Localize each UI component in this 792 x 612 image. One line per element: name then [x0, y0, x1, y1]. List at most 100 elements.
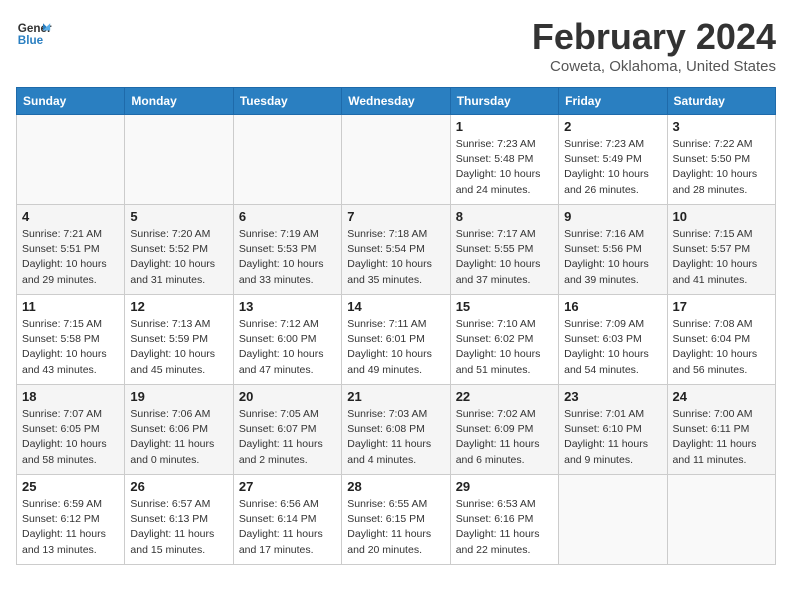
day-detail: Sunrise: 6:53 AM Sunset: 6:16 PM Dayligh…: [456, 497, 553, 558]
calendar-cell: 18 Sunrise: 7:07 AM Sunset: 6:05 PM Dayli…: [17, 385, 125, 475]
month-title: February 2024: [532, 16, 776, 58]
calendar-cell: 9 Sunrise: 7:16 AM Sunset: 5:56 PM Daylig…: [559, 205, 667, 295]
day-number: 15: [456, 299, 553, 314]
day-detail: Sunrise: 7:12 AM Sunset: 6:00 PM Dayligh…: [239, 317, 336, 378]
weekday-header-sunday: Sunday: [17, 88, 125, 115]
calendar-cell: 21 Sunrise: 7:03 AM Sunset: 6:08 PM Dayli…: [342, 385, 450, 475]
day-number: 8: [456, 209, 553, 224]
day-detail: Sunrise: 7:09 AM Sunset: 6:03 PM Dayligh…: [564, 317, 661, 378]
calendar-cell: 14 Sunrise: 7:11 AM Sunset: 6:01 PM Dayli…: [342, 295, 450, 385]
day-number: 6: [239, 209, 336, 224]
day-number: 25: [22, 479, 119, 494]
day-detail: Sunrise: 7:01 AM Sunset: 6:10 PM Dayligh…: [564, 407, 661, 468]
day-number: 1: [456, 119, 553, 134]
day-detail: Sunrise: 7:15 AM Sunset: 5:58 PM Dayligh…: [22, 317, 119, 378]
calendar-cell: 23 Sunrise: 7:01 AM Sunset: 6:10 PM Dayli…: [559, 385, 667, 475]
day-number: 28: [347, 479, 444, 494]
weekday-header-tuesday: Tuesday: [233, 88, 341, 115]
day-number: 20: [239, 389, 336, 404]
day-detail: Sunrise: 7:19 AM Sunset: 5:53 PM Dayligh…: [239, 227, 336, 288]
calendar-cell: 6 Sunrise: 7:19 AM Sunset: 5:53 PM Daylig…: [233, 205, 341, 295]
calendar-cell: 26 Sunrise: 6:57 AM Sunset: 6:13 PM Dayli…: [125, 475, 233, 565]
day-number: 10: [673, 209, 770, 224]
day-number: 5: [130, 209, 227, 224]
day-number: 9: [564, 209, 661, 224]
day-number: 22: [456, 389, 553, 404]
day-detail: Sunrise: 7:03 AM Sunset: 6:08 PM Dayligh…: [347, 407, 444, 468]
calendar-cell: 2 Sunrise: 7:23 AM Sunset: 5:49 PM Daylig…: [559, 115, 667, 205]
day-detail: Sunrise: 7:23 AM Sunset: 5:49 PM Dayligh…: [564, 137, 661, 198]
weekday-header-friday: Friday: [559, 88, 667, 115]
day-detail: Sunrise: 7:07 AM Sunset: 6:05 PM Dayligh…: [22, 407, 119, 468]
day-detail: Sunrise: 7:15 AM Sunset: 5:57 PM Dayligh…: [673, 227, 770, 288]
day-detail: Sunrise: 7:22 AM Sunset: 5:50 PM Dayligh…: [673, 137, 770, 198]
day-detail: Sunrise: 7:13 AM Sunset: 5:59 PM Dayligh…: [130, 317, 227, 378]
logo: General Blue: [16, 16, 52, 52]
calendar-cell: 27Sunrise: 6:56 AM Sunset: 6:14 PM Dayli…: [233, 475, 341, 565]
weekday-header-saturday: Saturday: [667, 88, 775, 115]
day-number: 26: [130, 479, 227, 494]
day-detail: Sunrise: 7:02 AM Sunset: 6:09 PM Dayligh…: [456, 407, 553, 468]
calendar-cell: [342, 115, 450, 205]
day-number: 19: [130, 389, 227, 404]
day-number: 27: [239, 479, 336, 494]
day-number: 11: [22, 299, 119, 314]
day-detail: Sunrise: 7:05 AM Sunset: 6:07 PM Dayligh…: [239, 407, 336, 468]
day-detail: Sunrise: 7:21 AM Sunset: 5:51 PM Dayligh…: [22, 227, 119, 288]
calendar-cell: 17 Sunrise: 7:08 AM Sunset: 6:04 PM Dayli…: [667, 295, 775, 385]
calendar-cell: 3 Sunrise: 7:22 AM Sunset: 5:50 PM Daylig…: [667, 115, 775, 205]
day-detail: Sunrise: 7:06 AM Sunset: 6:06 PM Dayligh…: [130, 407, 227, 468]
title-block: February 2024 Coweta, Oklahoma, United S…: [532, 16, 776, 75]
day-detail: Sunrise: 7:11 AM Sunset: 6:01 PM Dayligh…: [347, 317, 444, 378]
day-detail: Sunrise: 6:59 AM Sunset: 6:12 PM Dayligh…: [22, 497, 119, 558]
calendar-cell: 5 Sunrise: 7:20 AM Sunset: 5:52 PM Daylig…: [125, 205, 233, 295]
day-detail: Sunrise: 7:23 AM Sunset: 5:48 PM Dayligh…: [456, 137, 553, 198]
day-number: 2: [564, 119, 661, 134]
day-detail: Sunrise: 7:18 AM Sunset: 5:54 PM Dayligh…: [347, 227, 444, 288]
calendar-cell: [125, 115, 233, 205]
calendar-cell: 22 Sunrise: 7:02 AM Sunset: 6:09 PM Dayli…: [450, 385, 558, 475]
weekday-header-thursday: Thursday: [450, 88, 558, 115]
day-number: 18: [22, 389, 119, 404]
day-detail: Sunrise: 7:00 AM Sunset: 6:11 PM Dayligh…: [673, 407, 770, 468]
day-number: 29: [456, 479, 553, 494]
calendar-cell: 28 Sunrise: 6:55 AM Sunset: 6:15 PM Dayli…: [342, 475, 450, 565]
day-number: 21: [347, 389, 444, 404]
day-detail: Sunrise: 7:10 AM Sunset: 6:02 PM Dayligh…: [456, 317, 553, 378]
day-number: 12: [130, 299, 227, 314]
day-number: 14: [347, 299, 444, 314]
weekday-header-monday: Monday: [125, 88, 233, 115]
calendar-cell: 19 Sunrise: 7:06 AM Sunset: 6:06 PM Dayli…: [125, 385, 233, 475]
day-detail: Sunrise: 7:08 AM Sunset: 6:04 PM Dayligh…: [673, 317, 770, 378]
day-detail: Sunrise: 6:57 AM Sunset: 6:13 PM Dayligh…: [130, 497, 227, 558]
day-detail: Sunrise: 7:16 AM Sunset: 5:56 PM Dayligh…: [564, 227, 661, 288]
day-number: 16: [564, 299, 661, 314]
calendar-cell: 10 Sunrise: 7:15 AM Sunset: 5:57 PM Dayli…: [667, 205, 775, 295]
day-detail: Sunrise: 7:20 AM Sunset: 5:52 PM Dayligh…: [130, 227, 227, 288]
calendar-cell: 7 Sunrise: 7:18 AM Sunset: 5:54 PM Daylig…: [342, 205, 450, 295]
day-number: 23: [564, 389, 661, 404]
calendar-cell: 29 Sunrise: 6:53 AM Sunset: 6:16 PM Dayli…: [450, 475, 558, 565]
calendar-cell: 24Sunrise: 7:00 AM Sunset: 6:11 PM Dayli…: [667, 385, 775, 475]
calendar-cell: 13 Sunrise: 7:12 AM Sunset: 6:00 PM Dayli…: [233, 295, 341, 385]
day-detail: Sunrise: 7:17 AM Sunset: 5:55 PM Dayligh…: [456, 227, 553, 288]
calendar-cell: 16 Sunrise: 7:09 AM Sunset: 6:03 PM Dayli…: [559, 295, 667, 385]
calendar-cell: 4Sunrise: 7:21 AM Sunset: 5:51 PM Daylig…: [17, 205, 125, 295]
svg-text:Blue: Blue: [18, 34, 44, 47]
day-number: 3: [673, 119, 770, 134]
day-number: 7: [347, 209, 444, 224]
calendar-cell: 1 Sunrise: 7:23 AM Sunset: 5:48 PM Daylig…: [450, 115, 558, 205]
logo-icon: General Blue: [16, 16, 52, 52]
calendar-cell: 8 Sunrise: 7:17 AM Sunset: 5:55 PM Daylig…: [450, 205, 558, 295]
calendar-cell: [667, 475, 775, 565]
calendar-cell: [233, 115, 341, 205]
day-number: 17: [673, 299, 770, 314]
day-number: 13: [239, 299, 336, 314]
calendar-cell: [559, 475, 667, 565]
page-header: General Blue February 2024 Coweta, Oklah…: [16, 16, 776, 75]
calendar-table: SundayMondayTuesdayWednesdayThursdayFrid…: [16, 87, 776, 565]
location: Coweta, Oklahoma, United States: [532, 58, 776, 75]
calendar-cell: 25 Sunrise: 6:59 AM Sunset: 6:12 PM Dayli…: [17, 475, 125, 565]
calendar-cell: 15 Sunrise: 7:10 AM Sunset: 6:02 PM Dayli…: [450, 295, 558, 385]
day-detail: Sunrise: 6:55 AM Sunset: 6:15 PM Dayligh…: [347, 497, 444, 558]
